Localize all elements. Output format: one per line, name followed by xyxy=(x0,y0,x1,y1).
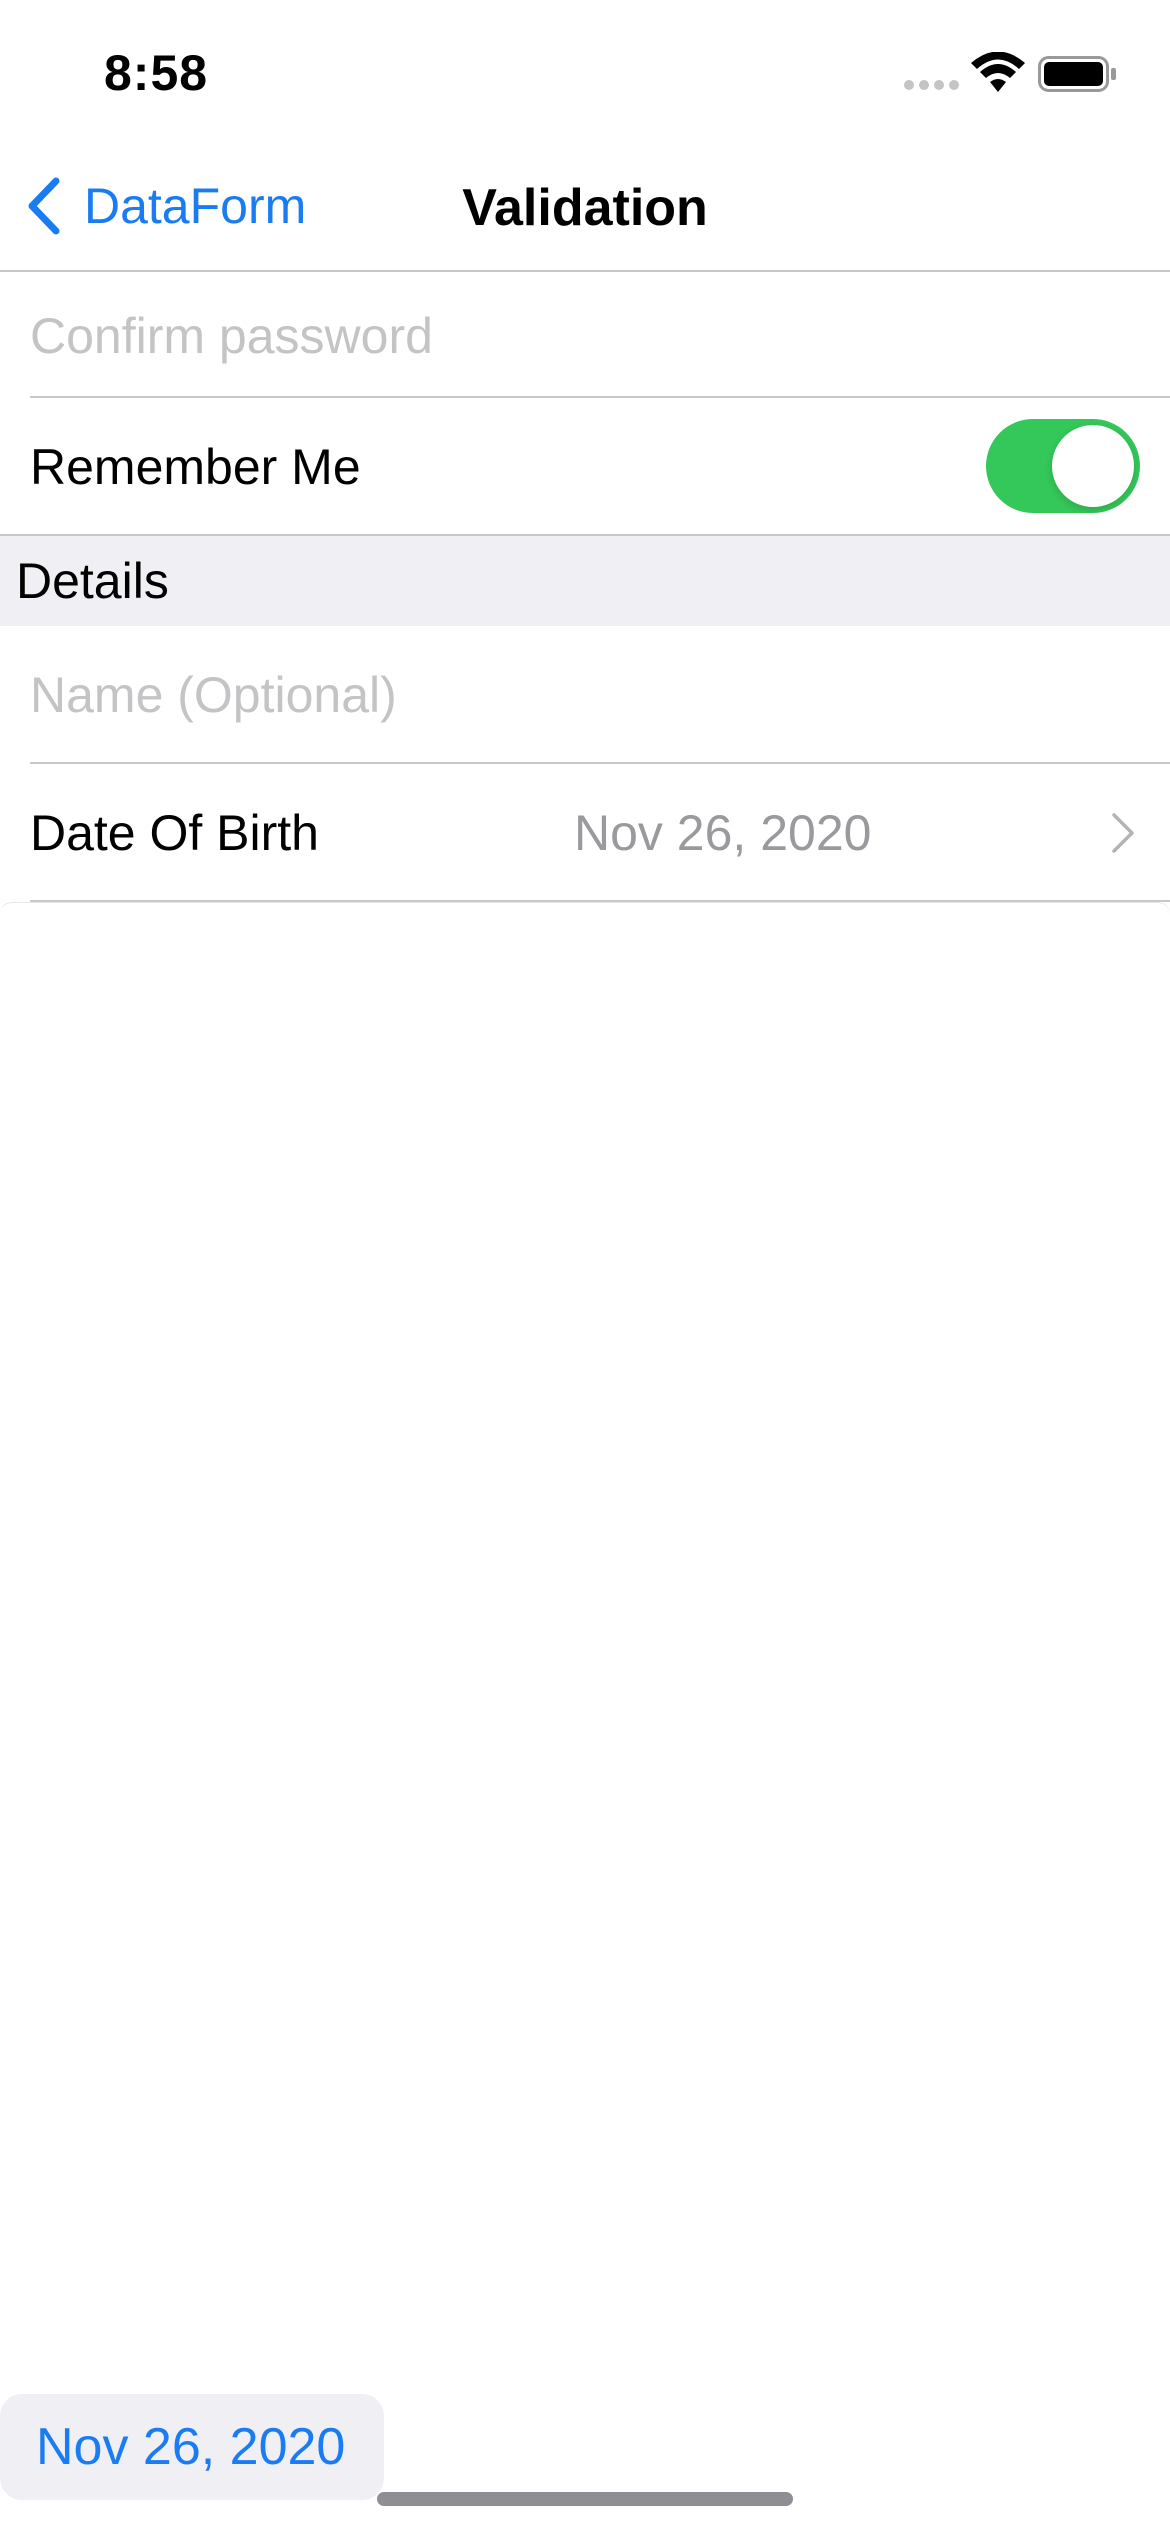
name-input[interactable]: Name (Optional) xyxy=(30,626,397,764)
wifi-icon xyxy=(971,52,1025,92)
page-title: Validation xyxy=(462,179,708,237)
selected-date-chip[interactable]: Nov 26, 2020 xyxy=(0,2394,384,2500)
remember-me-label: Remember Me xyxy=(30,439,361,495)
remember-me-toggle[interactable] xyxy=(986,419,1140,513)
date-of-birth-value: Nov 26, 2020 xyxy=(574,805,872,861)
confirm-password-row[interactable]: Confirm password xyxy=(0,274,1170,398)
status-time: 8:58 xyxy=(104,45,209,101)
remember-me-row: Remember Me xyxy=(0,398,1170,536)
date-of-birth-row[interactable]: Date Of Birth Nov 26, 2020 xyxy=(0,764,1170,902)
battery-icon xyxy=(1038,56,1116,92)
screen: 8:58 DataForm Validation Confirm passwor… xyxy=(0,0,1170,2532)
home-indicator[interactable] xyxy=(377,2492,793,2506)
selected-date-text: Nov 26, 2020 xyxy=(36,2418,346,2476)
cellular-signal-icon xyxy=(904,80,960,94)
section-title: Details xyxy=(16,553,169,609)
name-row[interactable]: Name (Optional) xyxy=(0,626,1170,764)
date-picker-sheet xyxy=(0,902,1170,2532)
chevron-right-icon xyxy=(1112,813,1134,853)
section-header-details: Details xyxy=(0,536,1170,626)
status-bar: 8:58 xyxy=(0,0,1170,140)
toggle-knob xyxy=(1052,425,1134,507)
navigation-bar: DataForm Validation xyxy=(0,140,1170,272)
date-of-birth-label: Date Of Birth xyxy=(30,805,319,861)
confirm-password-input[interactable]: Confirm password xyxy=(30,274,433,398)
